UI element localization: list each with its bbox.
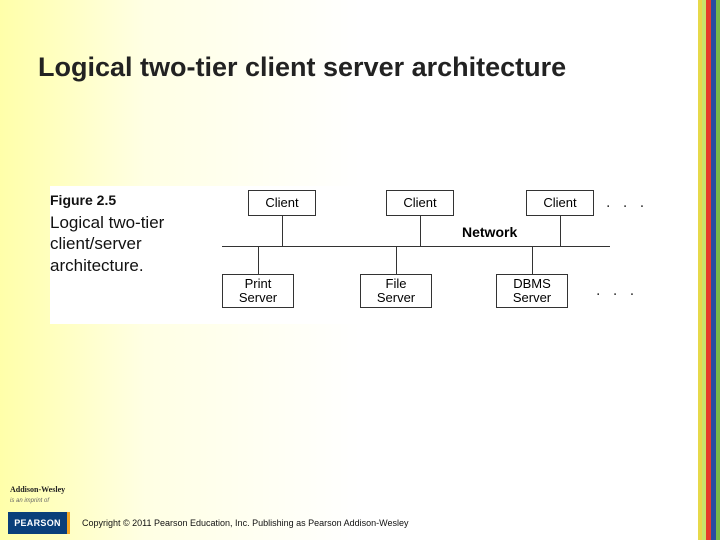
network-label: Network (462, 224, 517, 240)
connector-line (282, 216, 283, 246)
client-box: Client (386, 190, 454, 216)
server-box-print: PrintServer (222, 274, 294, 308)
imprint-subtext: is an imprint of (10, 498, 49, 504)
network-bus-line (222, 246, 610, 247)
figure-panel: Figure 2.5 Logical two-tier client/serve… (50, 186, 684, 324)
connector-line (560, 216, 561, 246)
side-decoration (698, 0, 720, 540)
connector-line (396, 246, 397, 274)
figure-caption: Figure 2.5 Logical two-tier client/serve… (50, 186, 200, 324)
server-box-dbms: DBMSServer (496, 274, 568, 308)
figure-description: Logical two-tier client/server architect… (50, 212, 200, 276)
client-box: Client (248, 190, 316, 216)
ellipsis-icon: . . . (596, 282, 638, 300)
connector-line (420, 216, 421, 246)
server-box-file: FileServer (360, 274, 432, 308)
imprint-name: Addison-Wesley (10, 485, 65, 494)
architecture-diagram: Client Client Client . . . Network Print… (200, 186, 684, 324)
slide-title: Logical two-tier client server architect… (38, 52, 566, 83)
publisher-badge: PEARSON (8, 512, 70, 534)
client-box: Client (526, 190, 594, 216)
connector-line (532, 246, 533, 274)
copyright-text: Copyright © 2011 Pearson Education, Inc.… (82, 518, 409, 528)
ellipsis-icon: . . . (606, 194, 648, 212)
connector-line (258, 246, 259, 274)
figure-number: Figure 2.5 (50, 192, 200, 208)
